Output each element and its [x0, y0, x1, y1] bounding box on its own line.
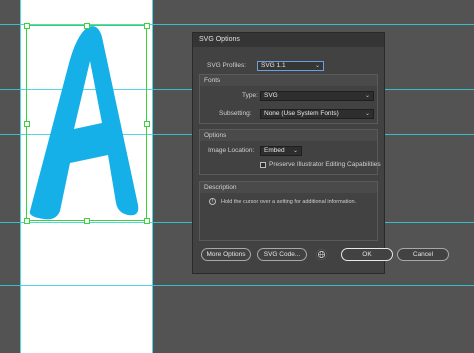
font-type-value: SVG	[264, 92, 278, 99]
chevron-down-icon: ⌄	[314, 63, 320, 69]
chevron-down-icon: ⌄	[292, 148, 298, 154]
type-label: Type:	[242, 92, 258, 99]
selection-handle[interactable]	[144, 218, 150, 224]
globe-icon[interactable]	[316, 249, 327, 260]
dialog-title: SVG Options	[193, 33, 384, 47]
image-location-label: Image Location:	[208, 147, 255, 154]
fonts-header: Fonts	[200, 75, 377, 86]
image-location-value: Embed	[264, 147, 285, 154]
svg-profiles-value: SVG 1.1	[261, 62, 286, 69]
guide-line[interactable]	[152, 0, 153, 353]
subsetting-select[interactable]: None (Use System Fonts) ⌄	[260, 109, 374, 119]
chevron-down-icon: ⌄	[364, 93, 370, 99]
svg-code-button[interactable]: SVG Code...	[257, 248, 307, 261]
preserve-editing-checkbox[interactable]	[260, 162, 266, 168]
fonts-group: Fonts Type: SVG ⌄ Subsetting: None (Use …	[199, 74, 378, 124]
selection-handle[interactable]	[24, 23, 30, 29]
description-header: Description	[200, 182, 377, 193]
svg-profiles-select[interactable]: SVG 1.1 ⌄	[257, 61, 324, 71]
guide-line[interactable]	[20, 0, 21, 353]
selection-handle[interactable]	[24, 121, 30, 127]
svg-options-dialog: SVG Options SVG Profiles: SVG 1.1 ⌄ Font…	[192, 32, 449, 274]
more-options-button[interactable]: More Options	[201, 248, 251, 261]
subsetting-label: Subsetting:	[219, 110, 252, 117]
cancel-button[interactable]: Cancel	[397, 248, 449, 261]
selection-handle[interactable]	[84, 218, 90, 224]
description-group: Description i Hold the cursor over a set…	[199, 181, 378, 241]
image-location-select[interactable]: Embed ⌄	[260, 146, 302, 156]
selection-handle[interactable]	[84, 23, 90, 29]
selection-handle[interactable]	[24, 218, 30, 224]
preserve-editing-label: Preserve Illustrator Editing Capabilitie…	[269, 161, 381, 168]
guide-line[interactable]	[0, 285, 474, 286]
selection-handle[interactable]	[144, 23, 150, 29]
options-header: Options	[200, 130, 377, 141]
info-icon: i	[209, 198, 216, 205]
svg-profiles-label: SVG Profiles:	[207, 62, 247, 69]
selection-bounding-box[interactable]	[26, 25, 147, 221]
selection-handle[interactable]	[144, 121, 150, 127]
font-type-select[interactable]: SVG ⌄	[260, 91, 374, 101]
chevron-down-icon: ⌄	[364, 111, 370, 117]
description-text: Hold the cursor over a setting for addit…	[221, 199, 357, 205]
ok-button[interactable]: OK	[341, 248, 393, 261]
subsetting-value: None (Use System Fonts)	[264, 110, 339, 117]
options-group: Options Image Location: Embed ⌄ Preserve…	[199, 129, 381, 175]
